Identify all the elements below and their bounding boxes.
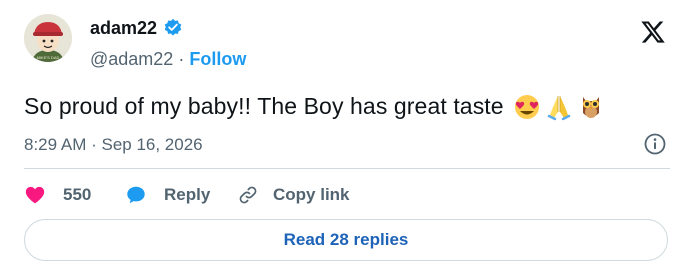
author-name[interactable]: adam22 <box>90 17 157 39</box>
link-icon <box>237 184 259 206</box>
avatar[interactable]: MIKE'S DAD <box>24 14 72 62</box>
reply-label: Reply <box>164 185 211 204</box>
heart-icon <box>24 184 46 206</box>
read-replies-button[interactable]: Read 28 replies <box>24 219 668 261</box>
info-icon[interactable] <box>643 132 667 156</box>
tweet-body: So proud of my baby!! The Boy has great … <box>24 93 504 119</box>
emoji-group <box>512 91 606 121</box>
folded-hands-emoji-icon <box>544 91 574 121</box>
author-handle-row: @adam22 · Follow <box>90 48 246 70</box>
verified-badge-icon <box>163 18 183 38</box>
tweet-text: So proud of my baby!! The Boy has great … <box>24 91 606 121</box>
tweet-actions: 550 Reply Copy link <box>24 180 350 210</box>
divider <box>24 168 670 169</box>
reply-button[interactable]: Reply <box>125 184 237 206</box>
speech-bubble-icon <box>125 184 147 206</box>
author-name-row[interactable]: adam22 <box>90 17 183 39</box>
separator-dot: · <box>178 49 185 69</box>
svg-text:MIKE'S DAD: MIKE'S DAD <box>37 55 60 60</box>
author-handle[interactable]: @adam22 <box>90 48 173 70</box>
heart-eyes-emoji-icon <box>512 91 542 121</box>
like-button[interactable]: 550 <box>24 184 125 206</box>
read-replies-label: Read 28 replies <box>283 230 409 249</box>
follow-button[interactable]: Follow <box>189 48 246 70</box>
copy-link-label: Copy link <box>273 185 350 204</box>
tweet-timestamp[interactable]: 8:29 AM · Sep 16, 2026 <box>24 134 203 156</box>
x-logo-icon[interactable] <box>640 19 666 45</box>
owl-emoji-icon <box>576 91 606 121</box>
like-count: 550 <box>63 185 92 204</box>
copy-link-button[interactable]: Copy link <box>237 184 350 206</box>
